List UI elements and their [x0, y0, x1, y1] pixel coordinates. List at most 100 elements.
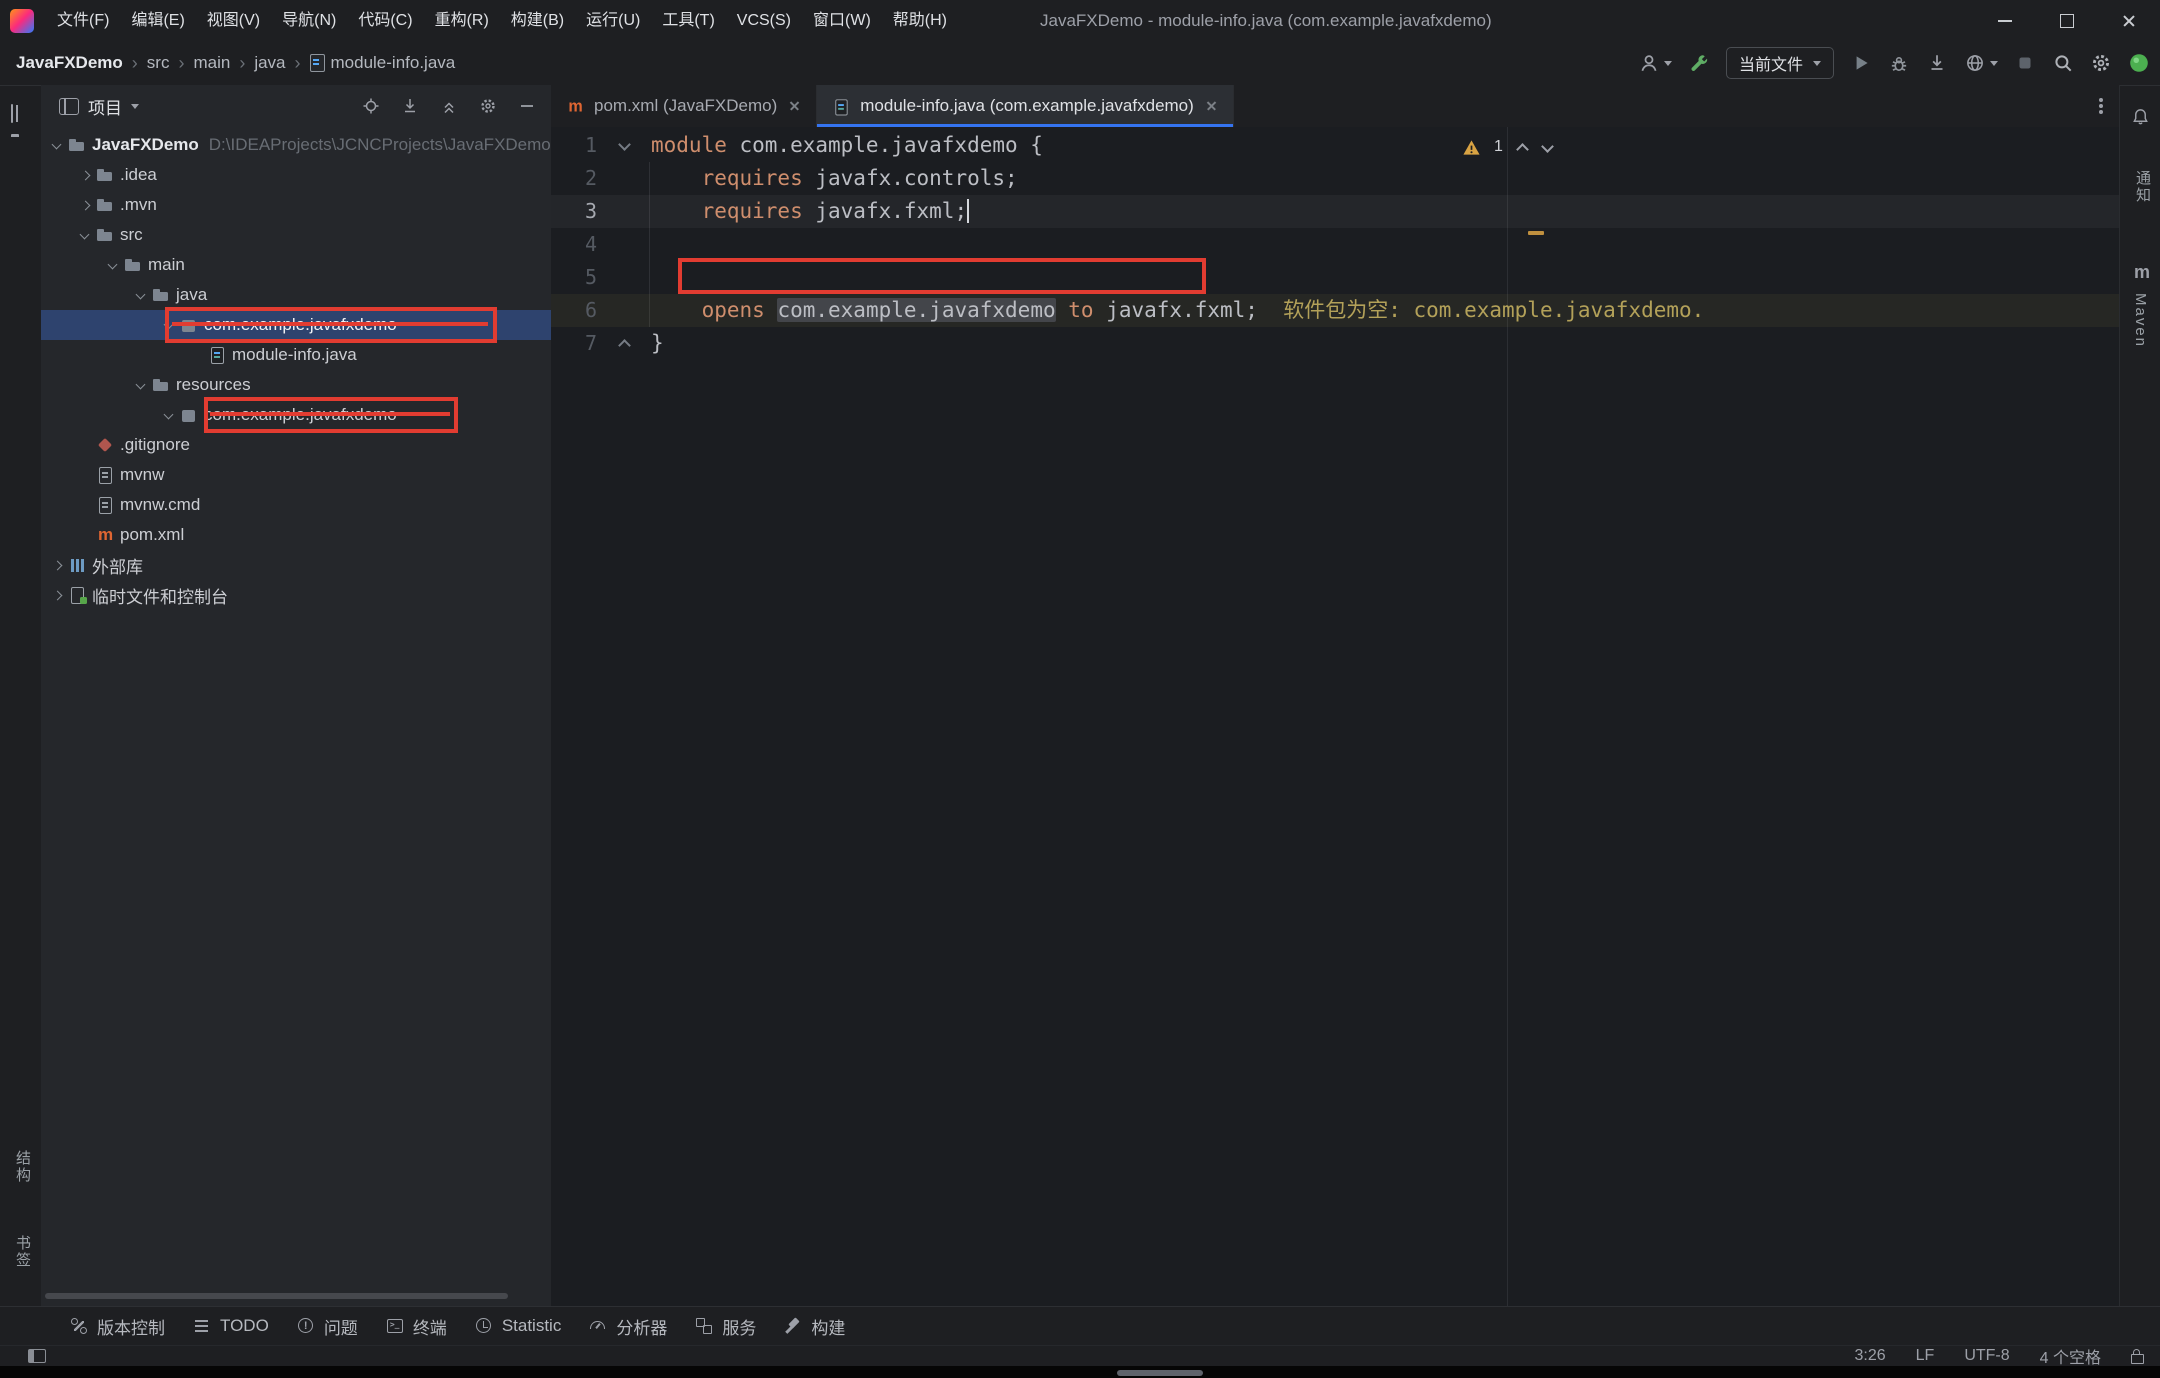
menu-item[interactable]: VCS(S): [726, 0, 802, 41]
update-project-icon[interactable]: [1926, 52, 1948, 74]
structure-tool-window-button[interactable]: 结构: [12, 1150, 33, 1184]
tree-item[interactable]: 临时文件和控制台: [41, 580, 551, 610]
menu-item[interactable]: 视图(V): [196, 0, 271, 41]
menu-item[interactable]: 窗口(W): [802, 0, 882, 41]
maximize-button[interactable]: [2036, 0, 2098, 41]
hide-panel-icon[interactable]: [517, 96, 537, 116]
horizontal-scrollbar[interactable]: [45, 1293, 508, 1299]
search-everywhere-icon[interactable]: [2052, 52, 2074, 74]
file-encoding[interactable]: UTF-8: [1964, 1347, 2009, 1365]
chevron-down-icon[interactable]: [131, 104, 139, 109]
tab-pom-xml[interactable]: pom.xml (JavaFXDemo): [551, 85, 817, 127]
collapse-all-icon[interactable]: [439, 96, 459, 116]
menu-item[interactable]: 编辑(E): [120, 0, 195, 41]
build-project-wrench-icon[interactable]: [1688, 52, 1710, 74]
notifications-bell-icon[interactable]: [2131, 107, 2150, 126]
maven-tool-window-button[interactable]: Maven: [2132, 293, 2149, 348]
code-editor[interactable]: 1module com.example.javafxdemo {2 requir…: [551, 127, 2119, 1306]
tree-item[interactable]: mvnw: [41, 460, 551, 490]
stop-button[interactable]: [2014, 52, 2036, 74]
chevron-right-icon[interactable]: [47, 550, 67, 580]
layout-toggle-icon[interactable]: [28, 1349, 46, 1363]
fold-open-icon[interactable]: [607, 129, 651, 162]
chevron-right-icon[interactable]: [75, 190, 95, 220]
menu-item[interactable]: 导航(N): [271, 0, 347, 41]
fold-close-icon[interactable]: [607, 327, 651, 360]
menu-item[interactable]: 帮助(H): [882, 0, 958, 41]
menu-item[interactable]: 重构(R): [424, 0, 500, 41]
tool-window-button[interactable]: 服务: [681, 1307, 770, 1345]
tree-item[interactable]: src: [41, 220, 551, 250]
tab-module-info-java[interactable]: module-info.java (com.example.javafxdemo…: [817, 85, 1234, 127]
project-panel-title[interactable]: 项目: [88, 94, 122, 119]
breadcrumb-item[interactable]: module-info.java: [310, 53, 456, 73]
tree-item[interactable]: module-info.java: [41, 340, 551, 370]
tree-item[interactable]: main: [41, 250, 551, 280]
minimize-button[interactable]: [1974, 0, 2036, 41]
menu-item[interactable]: 运行(U): [575, 0, 651, 41]
tree-item[interactable]: .mvn: [41, 190, 551, 220]
run-configuration-selector[interactable]: 当前文件: [1726, 47, 1834, 79]
run-button[interactable]: [1850, 52, 1872, 74]
next-problem-icon[interactable]: [1541, 141, 1553, 153]
code-line[interactable]: 7}: [551, 327, 2119, 360]
line-number[interactable]: 5: [551, 261, 607, 294]
line-number[interactable]: 1: [551, 129, 607, 162]
chevron-down-icon[interactable]: [131, 370, 151, 400]
code-line[interactable]: 3 requires javafx.fxml;: [551, 195, 2119, 228]
tool-window-button[interactable]: Statistic: [461, 1307, 576, 1345]
locate-file-icon[interactable]: [361, 96, 381, 116]
bookmarks-tool-window-button[interactable]: 书签: [12, 1235, 33, 1269]
line-number[interactable]: 4: [551, 228, 607, 261]
notifications-tool-window-button[interactable]: 通知: [2132, 170, 2153, 204]
code-area[interactable]: 1module com.example.javafxdemo {2 requir…: [551, 127, 2119, 360]
tree-item[interactable]: resources: [41, 370, 551, 400]
tree-item[interactable]: .gitignore: [41, 430, 551, 460]
tool-window-button[interactable]: 分析器: [575, 1307, 681, 1345]
line-separator[interactable]: LF: [1916, 1347, 1935, 1365]
menu-item[interactable]: 工具(T): [651, 0, 725, 41]
tree-item[interactable]: JavaFXDemoD:\IDEAProjects\JCNCProjects\J…: [41, 130, 551, 160]
scroll-to-source-icon[interactable]: [400, 96, 420, 116]
read-only-lock-icon[interactable]: [2131, 1354, 2144, 1364]
tool-window-button[interactable]: 终端: [372, 1307, 461, 1345]
project-tool-window-button[interactable]: [11, 105, 13, 123]
run-targets-globe-icon[interactable]: [1964, 52, 1998, 74]
settings-gear-icon[interactable]: [2090, 52, 2112, 74]
chevron-down-icon[interactable]: [47, 130, 67, 160]
breadcrumb-item[interactable]: main: [193, 53, 230, 73]
close-tab-icon[interactable]: [788, 99, 802, 113]
code-line[interactable]: 2 requires javafx.controls;: [551, 162, 2119, 195]
chevron-right-icon[interactable]: [47, 580, 67, 610]
tree-item[interactable]: 外部库: [41, 550, 551, 580]
tool-window-button[interactable]: 版本控制: [56, 1307, 179, 1345]
maven-icon[interactable]: [2134, 263, 2150, 283]
chevron-down-icon[interactable]: [159, 400, 179, 430]
line-number[interactable]: 6: [551, 294, 607, 327]
tree-item[interactable]: java: [41, 280, 551, 310]
debug-button[interactable]: [1888, 52, 1910, 74]
chevron-right-icon[interactable]: [75, 160, 95, 190]
inspections-widget[interactable]: 1: [1462, 133, 1553, 161]
caret-position[interactable]: 3:26: [1855, 1347, 1886, 1365]
tool-window-button[interactable]: 问题: [283, 1307, 372, 1345]
close-tab-icon[interactable]: [1205, 99, 1219, 113]
warning-stripe-mark[interactable]: [1528, 231, 1544, 235]
tree-item[interactable]: pom.xml: [41, 520, 551, 550]
line-number[interactable]: 3: [551, 195, 607, 228]
menu-item[interactable]: 代码(C): [347, 0, 423, 41]
close-button[interactable]: [2098, 0, 2160, 41]
code-line[interactable]: 4: [551, 228, 2119, 261]
code-line[interactable]: 6 opens com.example.javafxdemo to javafx…: [551, 294, 2119, 327]
line-number[interactable]: 2: [551, 162, 607, 195]
panel-options-gear-icon[interactable]: [478, 96, 498, 116]
menu-item[interactable]: 构建(B): [500, 0, 575, 41]
code-line[interactable]: 1module com.example.javafxdemo {: [551, 129, 2119, 162]
code-with-me-icon[interactable]: [2128, 52, 2150, 74]
breadcrumb-item[interactable]: java: [254, 53, 285, 73]
chevron-down-icon[interactable]: [131, 280, 151, 310]
chevron-down-icon[interactable]: [103, 250, 123, 280]
tab-options-icon[interactable]: [2099, 104, 2103, 108]
menu-item[interactable]: 文件(F): [46, 0, 120, 41]
tool-window-button[interactable]: TODO: [179, 1307, 283, 1345]
